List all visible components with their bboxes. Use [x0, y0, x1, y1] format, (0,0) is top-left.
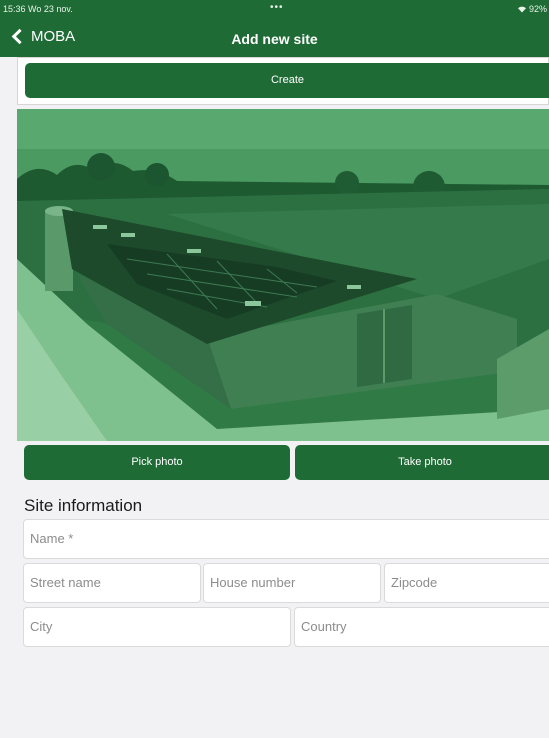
- city-field[interactable]: City: [23, 607, 291, 647]
- country-field[interactable]: Country: [294, 607, 549, 647]
- name-field[interactable]: Name *: [23, 519, 549, 559]
- section-title: Site information: [24, 496, 143, 515]
- site-photo-image: [17, 109, 549, 441]
- battery-indicator: 92%: [517, 4, 547, 14]
- wifi-icon: [517, 6, 526, 13]
- zipcode-field[interactable]: Zipcode: [384, 563, 549, 603]
- take-photo-button[interactable]: Take photo: [295, 445, 549, 480]
- status-bar: 15:36 Wo 23 nov. ••• 92%: [0, 0, 549, 22]
- pick-photo-button[interactable]: Pick photo: [24, 445, 290, 480]
- battery-percentage: 92%: [528, 4, 547, 14]
- status-time: 15:36 Wo 23 nov.: [3, 4, 73, 14]
- create-button[interactable]: Create: [25, 63, 549, 98]
- house-number-field[interactable]: House number: [203, 563, 381, 603]
- page-title: Add new site: [231, 31, 318, 47]
- street-name-field[interactable]: Street name: [23, 563, 201, 603]
- navigation-bar: MOBA Add new site: [0, 22, 549, 57]
- site-photo: [17, 109, 549, 441]
- create-panel: Create: [17, 57, 549, 105]
- multitasking-dots[interactable]: •••: [270, 2, 284, 13]
